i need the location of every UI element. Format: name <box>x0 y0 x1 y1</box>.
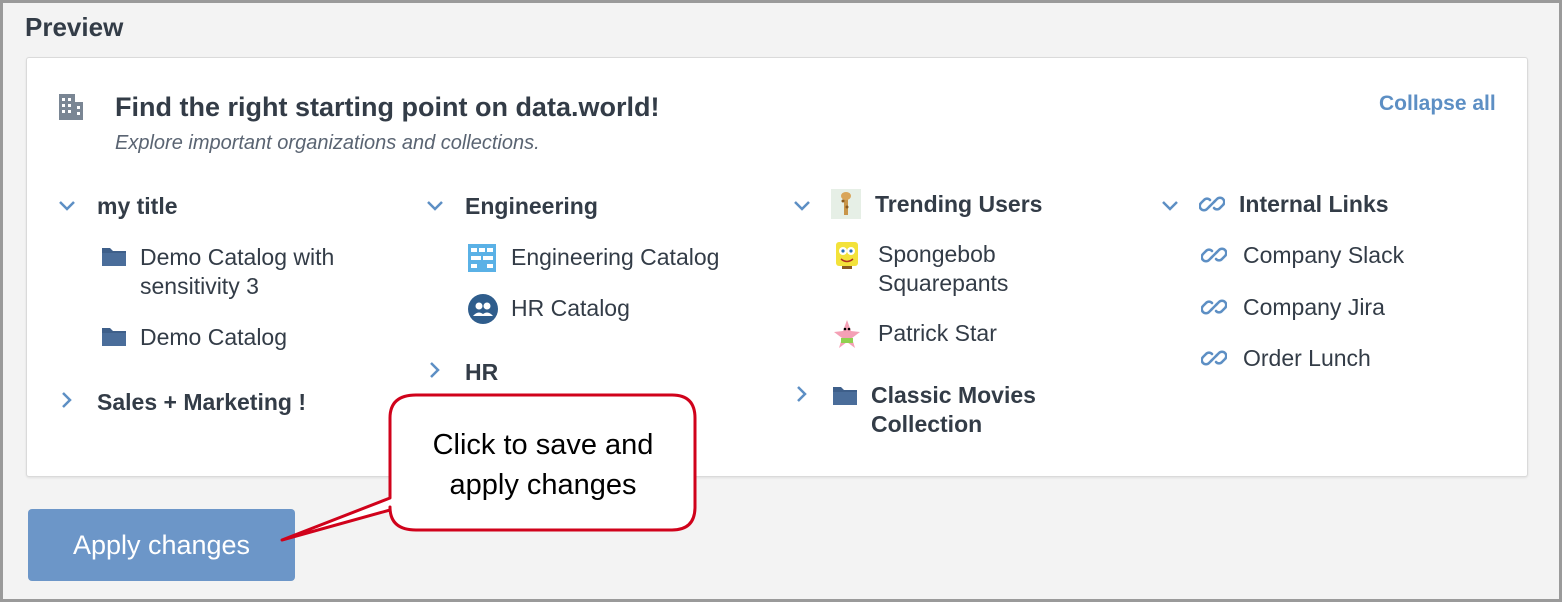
callout-line-1: Click to save and <box>432 429 654 461</box>
callout-text: Click to save and apply changes <box>392 425 694 505</box>
callout-bubble <box>280 393 697 542</box>
callout-line-2: apply changes <box>449 469 637 501</box>
